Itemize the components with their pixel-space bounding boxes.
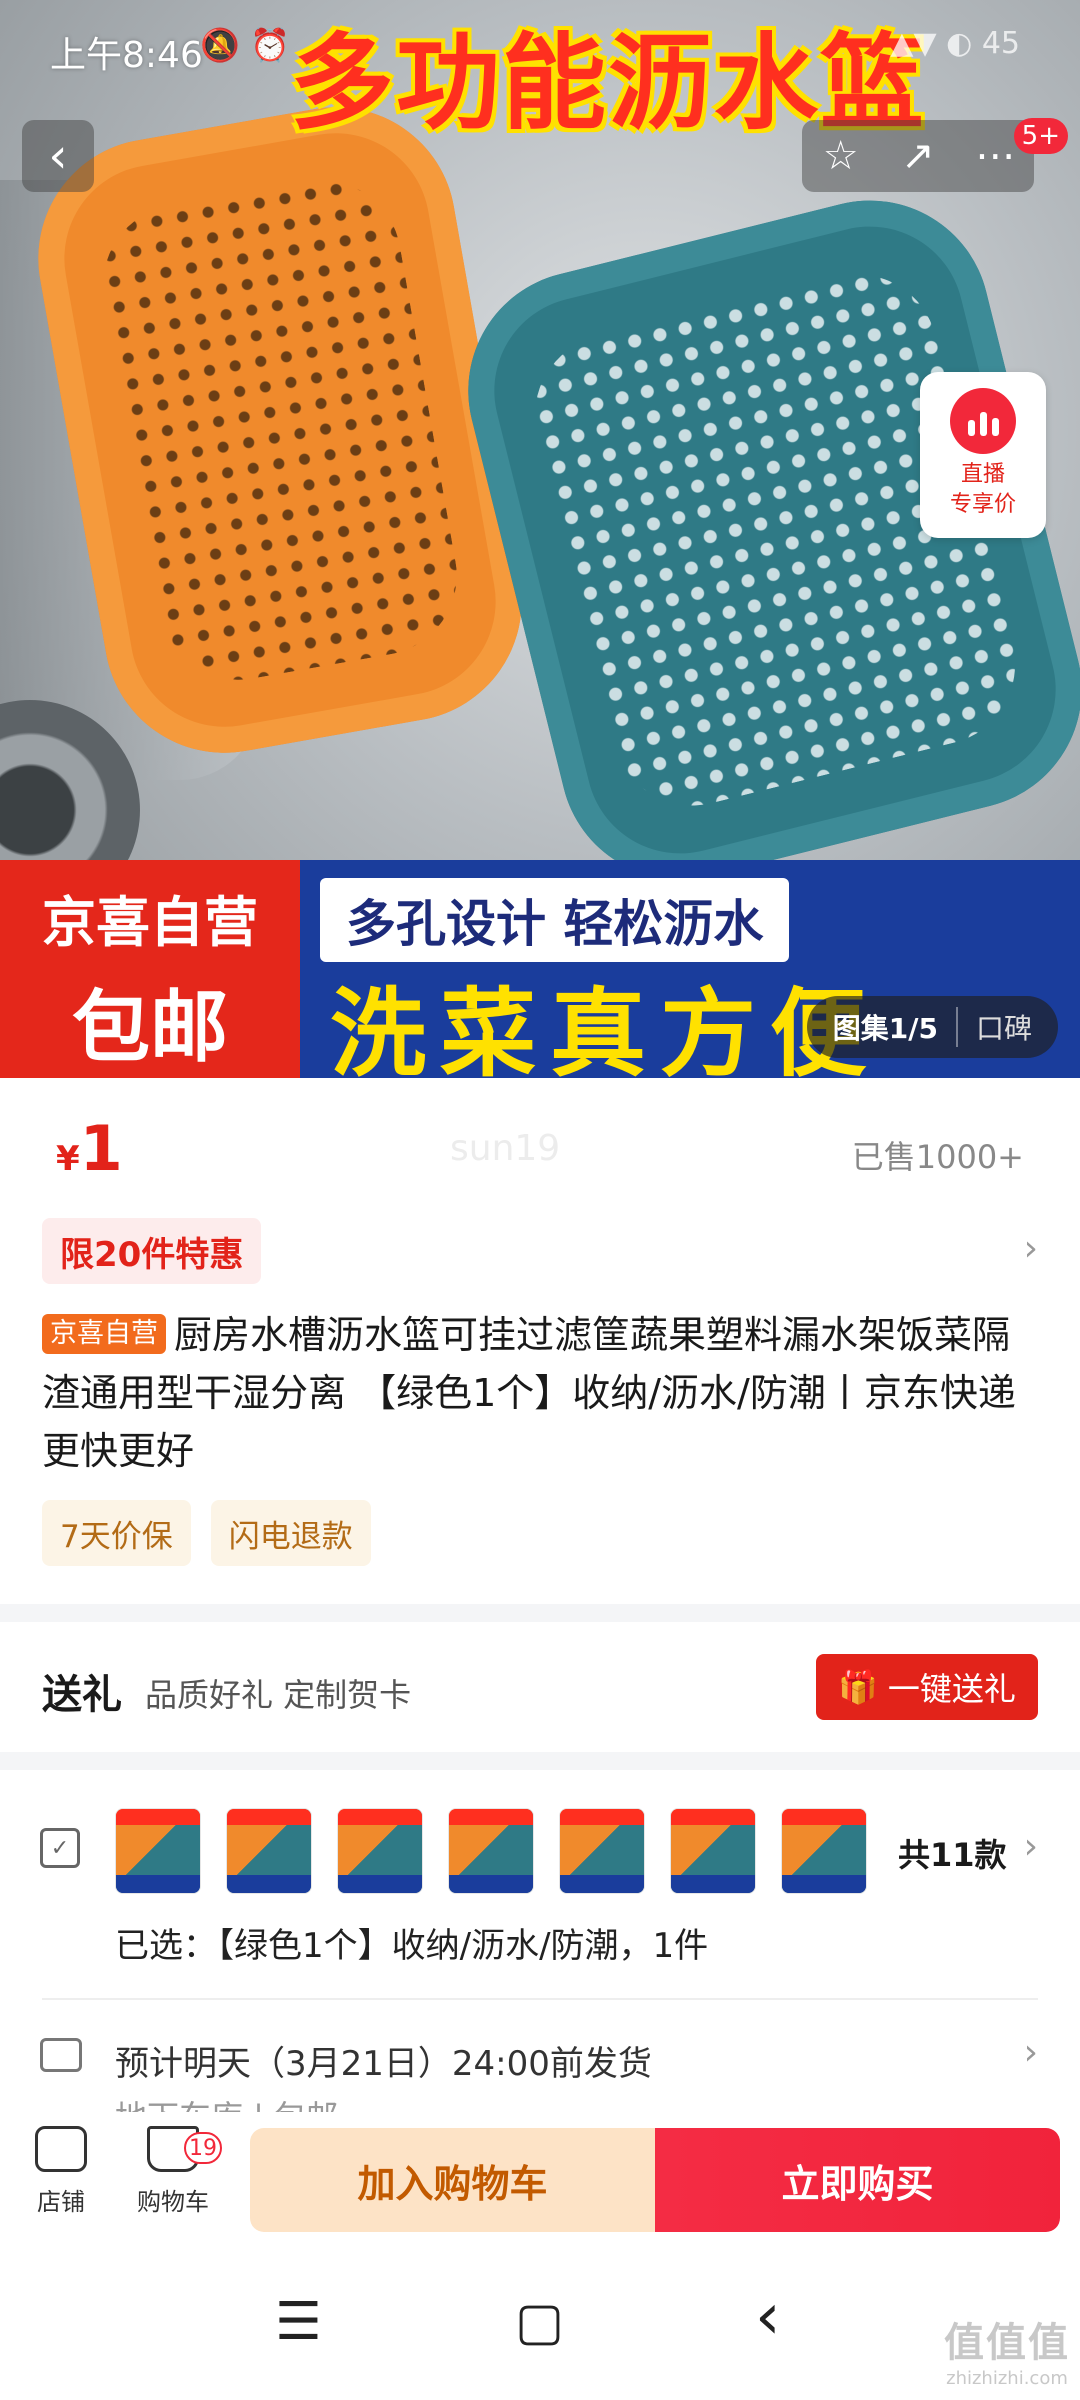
live-label: 直播 (960, 462, 1005, 487)
variant-thumbnail[interactable] (781, 1808, 867, 1894)
send-gift-label: 一键送礼 (887, 1670, 1016, 1708)
chevron-right-icon: › (1023, 1826, 1038, 1867)
store-label: 店铺 (37, 2188, 85, 2216)
user-watermark: sun19 (450, 1128, 561, 1169)
currency-symbol: ¥ (56, 1139, 80, 1179)
gift-row: 送礼 品质好礼 定制贺卡 🎁 一键送礼 (0, 1622, 1080, 1752)
promo-banner-left: 京喜自营 包邮 (0, 860, 300, 1078)
promo-left-line2: 包邮 (71, 983, 228, 1073)
self-operated-tag: 京喜自营 (42, 1314, 166, 1354)
shipping-row[interactable]: 预计明天（3月21日）24:00前发货 › 地下车库 | 包邮 (0, 2002, 1080, 2120)
live-bars-icon (950, 388, 1016, 454)
variant-thumbnail[interactable] (337, 1808, 423, 1894)
status-notification-icons: 🔕 ⏰ (200, 26, 290, 64)
sold-count: 已售1000+ (851, 1138, 1024, 1176)
watermark-logo: 值值值 (944, 2320, 1070, 2366)
gift-subtitle: 品质好礼 定制贺卡 (145, 1676, 412, 1714)
gift-title: 送礼 (42, 1672, 122, 1718)
variant-thumbnail[interactable] (559, 1808, 645, 1894)
variant-spec-icon: ✓ (40, 1828, 80, 1868)
share-icon[interactable]: ↗ (883, 121, 953, 191)
shipping-estimate: 预计明天（3月21日）24:00前发货 (115, 2044, 652, 2084)
chevron-right-icon: › (1023, 2032, 1038, 2073)
system-navigation-bar: ☰ ▢ ‹ (0, 2252, 1080, 2400)
variant-thumbnail[interactable] (115, 1808, 201, 1894)
site-watermark: 值值值 zhizhizhi.com (944, 2310, 1070, 2389)
live-price-label: 专享价 (949, 492, 1016, 517)
variant-count: 共11款 (898, 1836, 1007, 1874)
status-bar: 上午8:46 🔕 ⏰ ▲▼ ◐ 45 (0, 0, 1080, 96)
message-count-badge: 5+ (1013, 118, 1068, 154)
reviews-tab[interactable]: 口碑 (955, 1007, 1058, 1047)
store-tab[interactable]: 店铺 (16, 2126, 106, 2217)
menu-icon[interactable]: ☰ (275, 2292, 322, 2352)
product-title-text: 厨房水槽沥水篮可挂过滤筐蔬果塑料漏水架饭菜隔渣通用型干湿分离 【绿色1个】收纳/… (42, 1313, 1016, 1473)
add-to-cart-button[interactable]: 加入购物车 (250, 2128, 655, 2232)
status-system-icons: ▲▼ ◐ 45 (890, 26, 1020, 61)
gallery-tab[interactable]: 图集1/5 (807, 1007, 956, 1047)
store-icon (35, 2126, 87, 2172)
selected-variant: 已选：【绿色1个】收纳/沥水/防潮，1件 (115, 1926, 709, 1966)
promo-left-line1: 京喜自营 (42, 891, 258, 954)
deal-row[interactable]: 限20件特惠 › (0, 1218, 1080, 1292)
section-divider (0, 1752, 1080, 1770)
cart-label: 购物车 (137, 2188, 209, 2216)
variant-thumbnail[interactable] (226, 1808, 312, 1894)
back-arrow-icon: ‹ (48, 128, 68, 184)
favorite-star-icon[interactable]: ☆ (806, 121, 876, 191)
chevron-right-icon: › (1023, 1228, 1038, 1269)
section-divider (0, 1604, 1080, 1622)
product-title: 京喜自营 厨房水槽沥水篮可挂过滤筐蔬果塑料漏水架饭菜隔渣通用型干湿分离 【绿色1个… (42, 1306, 1042, 1480)
promo-subtitle: 多孔设计 轻松沥水 (320, 878, 790, 962)
variant-thumbnails (115, 1808, 867, 1894)
variant-thumbnail[interactable] (448, 1808, 534, 1894)
service-tag-fast-refund[interactable]: 闪电退款 (210, 1500, 371, 1566)
gift-icon: 🎁 (838, 1668, 878, 1706)
service-tag-price-protect[interactable]: 7天价保 (42, 1500, 191, 1566)
row-divider (42, 1998, 1038, 2000)
price-row: ¥1 sun19 已售1000+ (0, 1078, 1080, 1218)
system-back-icon[interactable]: ‹ (755, 2280, 781, 2354)
buy-now-button[interactable]: 立即购买 (655, 2128, 1060, 2232)
top-action-group: ☆ ↗ ⋯ (802, 120, 1034, 192)
status-time: 上午8:46 (50, 35, 203, 76)
limited-deal-tag: 限20件特惠 (42, 1218, 262, 1284)
price-value: 1 (79, 1112, 123, 1185)
service-tags: 7天价保 闪电退款 (42, 1500, 371, 1566)
product-price: ¥1 (56, 1112, 123, 1185)
variant-selector[interactable]: ✓ 共11款 › 已选：【绿色1个】收纳/沥水/防潮，1件 (0, 1770, 1080, 2000)
live-stream-card[interactable]: 直播 专享价 (920, 372, 1046, 538)
watermark-domain: zhizhizhi.com (946, 2368, 1068, 2389)
send-gift-button[interactable]: 🎁 一键送礼 (816, 1654, 1038, 1720)
back-button[interactable]: ‹ (22, 120, 94, 192)
promo-main-text: 洗菜真方便 (330, 978, 880, 1078)
home-icon[interactable]: ▢ (515, 2292, 564, 2352)
bottom-action-bar: 店铺 购物车 19 加入购物车 立即购买 (0, 2112, 1080, 2252)
teal-basket-image (442, 175, 1080, 905)
cart-count-badge: 19 (184, 2132, 222, 2164)
gallery-switcher[interactable]: 图集1/5 口碑 (806, 996, 1058, 1058)
truck-icon (40, 2038, 82, 2072)
variant-thumbnail[interactable] (670, 1808, 756, 1894)
